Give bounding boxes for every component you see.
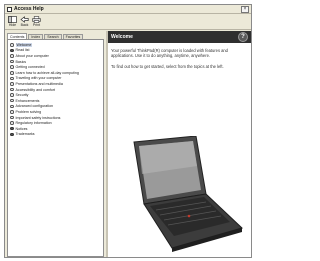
window-title: Access Help (14, 6, 44, 12)
laptop-image (133, 136, 243, 252)
tree-item-trademarks[interactable]: Trademarks (10, 132, 101, 138)
book-icon (10, 115, 14, 120)
toolbar: Hide Back Print (5, 14, 251, 30)
content-header: Welcome ? (108, 31, 251, 43)
book-icon (10, 87, 14, 92)
intro-paragraph: Your powerful ThinkPad(R) computer is lo… (111, 48, 228, 59)
book-icon (10, 121, 14, 125)
content-body: Your powerful ThinkPad(R) computer is lo… (108, 43, 251, 79)
hide-icon (8, 15, 17, 23)
hide-label: Hide (8, 23, 17, 27)
book-icon (10, 54, 14, 58)
navigation-pane: Contents Index Search Favorites Welcome … (5, 31, 108, 257)
instruction-paragraph: To find out how to get started, select f… (111, 63, 224, 69)
book-icon (10, 76, 14, 81)
tab-index[interactable]: Index (28, 34, 44, 39)
book-icon (10, 110, 14, 114)
topic-icon (10, 126, 14, 131)
book-icon (10, 71, 14, 75)
topic-icon (10, 48, 14, 53)
book-icon (10, 104, 14, 109)
help-question-icon[interactable]: ? (238, 32, 248, 42)
tab-favorites[interactable]: Favorites (62, 34, 84, 39)
close-button[interactable]: × (241, 5, 249, 13)
back-arrow-icon (20, 15, 29, 23)
book-icon (10, 82, 14, 86)
back-label: Back (20, 23, 29, 27)
title-bar[interactable]: Access Help × (5, 5, 251, 14)
topic-icon (10, 132, 14, 137)
help-panes: Contents Index Search Favorites Welcome … (5, 31, 251, 257)
book-icon (10, 65, 14, 69)
book-icon (10, 93, 14, 97)
page-title: Welcome (111, 34, 133, 40)
printer-icon (32, 15, 41, 23)
content-pane: Welcome ? Your powerful ThinkPad(R) comp… (108, 31, 251, 257)
print-label: Print (32, 23, 41, 27)
tab-search[interactable]: Search (44, 34, 62, 39)
topic-icon (10, 43, 14, 47)
book-icon (10, 59, 14, 64)
back-button[interactable]: Back (19, 15, 30, 27)
tab-contents[interactable]: Contents (7, 33, 28, 39)
book-icon (10, 98, 14, 103)
hide-button[interactable]: Hide (7, 15, 18, 27)
contents-tree: Welcome Read list About your computer Ba… (7, 39, 104, 257)
help-app-icon (7, 6, 12, 12)
help-window: Access Help × Hide Back Print Contents I… (4, 4, 252, 258)
print-button[interactable]: Print (31, 15, 42, 27)
